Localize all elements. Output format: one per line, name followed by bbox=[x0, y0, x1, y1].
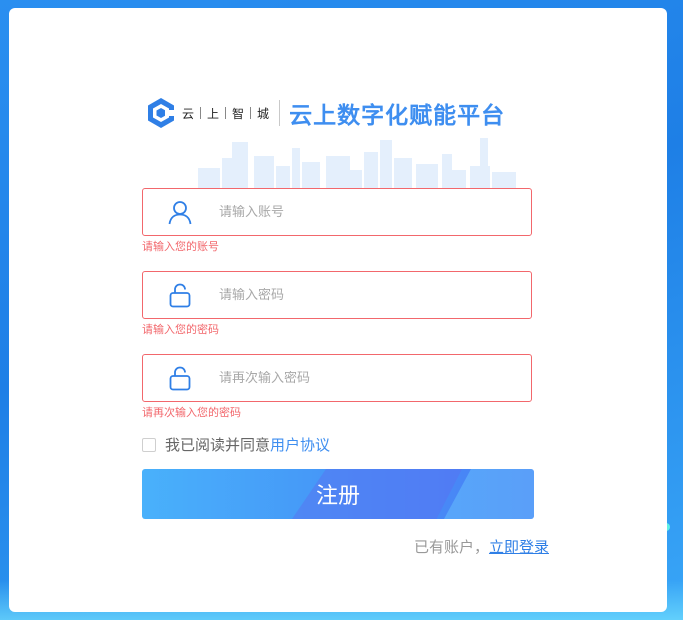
brand-logo-icon bbox=[148, 98, 175, 128]
agreement-row: 我已阅读并同意 用户协议 bbox=[142, 434, 330, 455]
brand-char: 智 bbox=[232, 106, 245, 121]
user-agreement-link[interactable]: 用户协议 bbox=[270, 434, 330, 455]
platform-title: 云上数字化赋能平台 bbox=[289, 103, 506, 129]
password-error: 请输入您的密码 bbox=[142, 323, 219, 336]
brand-separator bbox=[200, 107, 202, 119]
brand-separator bbox=[250, 107, 252, 119]
agreement-text: 我已阅读并同意 bbox=[165, 436, 271, 454]
brand-name: 云 上 智 城 bbox=[182, 105, 269, 122]
brand-divider bbox=[279, 100, 281, 126]
account-error: 请输入您的账号 bbox=[142, 240, 219, 253]
login-prompt: 已有账户，立即登录 bbox=[414, 536, 549, 557]
confirm-password-error: 请再次输入您的密码 bbox=[142, 406, 241, 419]
confirm-password-field[interactable] bbox=[142, 354, 532, 402]
lock-icon bbox=[169, 366, 191, 391]
brand-separator bbox=[225, 107, 227, 119]
lock-icon bbox=[169, 283, 191, 308]
register-button-label: 注册 bbox=[315, 484, 360, 509]
agreement-checkbox[interactable] bbox=[142, 437, 156, 452]
account-input[interactable] bbox=[219, 204, 531, 220]
password-field[interactable] bbox=[142, 271, 532, 319]
password-input[interactable] bbox=[219, 287, 531, 303]
city-skyline-illustration bbox=[198, 138, 516, 190]
account-field[interactable] bbox=[142, 188, 532, 236]
brand-header: 云 上 智 城 云上数字化赋能平台 bbox=[146, 96, 505, 130]
register-button[interactable]: 注册 bbox=[142, 469, 534, 519]
have-account-text: 已有账户， bbox=[413, 538, 489, 556]
user-icon bbox=[168, 201, 192, 225]
login-link[interactable]: 立即登录 bbox=[489, 538, 549, 556]
brand-char: 城 bbox=[257, 106, 270, 121]
brand-char: 云 bbox=[182, 106, 195, 121]
confirm-password-input[interactable] bbox=[219, 370, 531, 386]
brand-char: 上 bbox=[207, 106, 220, 121]
